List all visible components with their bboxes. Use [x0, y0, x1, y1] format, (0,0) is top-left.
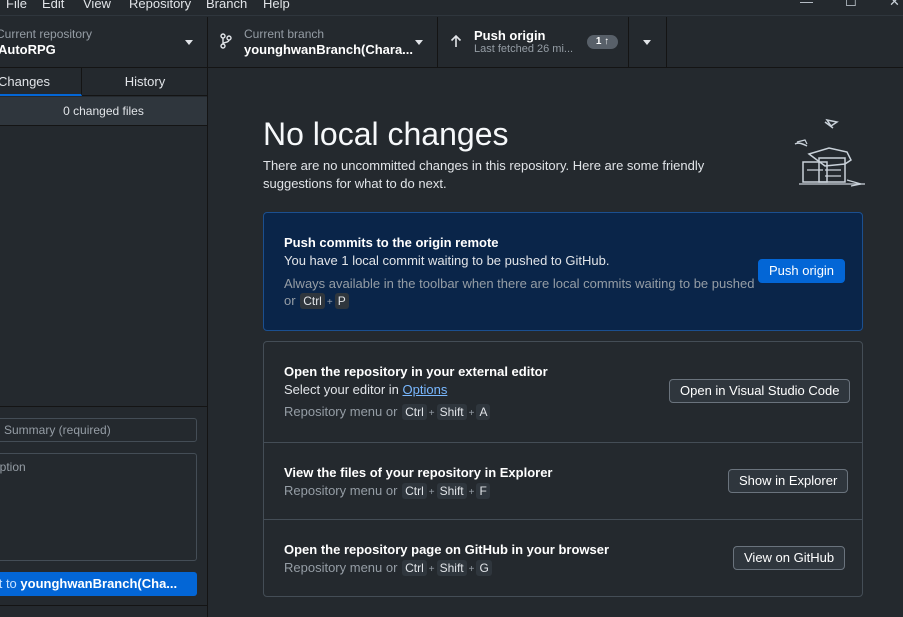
push-card-shortcut: or Ctrl + P [284, 293, 350, 309]
push-commits-card: Push commits to the origin remote You ha… [263, 212, 863, 331]
branch-selector[interactable]: Current branch younghwanBranch(Chara... [208, 17, 438, 67]
repo-label: Current repository [0, 27, 93, 41]
key-ctrl: Ctrl [402, 404, 427, 420]
hint-text: Repository menu or [284, 483, 398, 498]
explorer-row-shortcut: Repository menu or Ctrl + Shift + F [284, 483, 491, 499]
menu-edit[interactable]: Edit [42, 0, 64, 11]
commit-button[interactable]: mit to younghwanBranch(Cha... [0, 572, 197, 596]
github-row-shortcut: Repository menu or Ctrl + Shift + G [284, 560, 493, 576]
repo-name: AutoRPG [0, 42, 56, 57]
plus-icon: + [468, 408, 475, 419]
open-in-editor-button[interactable]: Open in Visual Studio Code [669, 379, 851, 403]
key-shift: Shift [436, 404, 467, 420]
hint-or: or [284, 293, 296, 308]
main-panel: No local changes There are no uncommitte… [209, 68, 903, 617]
key-p: P [334, 293, 349, 309]
sidebar-footer [0, 605, 207, 617]
explorer-suggestion-row: View the files of your repository in Exp… [264, 442, 862, 519]
key-ctrl: Ctrl [300, 293, 325, 309]
key-g: G [476, 560, 492, 576]
key-shift: Shift [436, 483, 467, 499]
chevron-down-icon [415, 40, 423, 45]
commits-ahead-badge: 1 ↑ [587, 35, 618, 49]
key-ctrl: Ctrl [402, 560, 427, 576]
arrow-up-icon [450, 34, 462, 47]
maximize-button[interactable]: ☐ [845, 0, 857, 10]
changed-files-header: 0 changed files [0, 97, 207, 126]
branch-name: younghwanBranch(Chara... [244, 42, 414, 57]
suggestions-card: Open the repository in your external edi… [263, 341, 863, 597]
key-f: F [476, 483, 490, 499]
push-card-title: Push commits to the origin remote [284, 235, 499, 250]
chevron-down-icon [185, 40, 193, 45]
push-origin-action-button[interactable]: Push origin [758, 259, 846, 283]
show-in-explorer-button[interactable]: Show in Explorer [728, 469, 849, 493]
tab-changes[interactable]: Changes [0, 68, 82, 96]
commit-prefix: mit to [0, 576, 17, 591]
editor-row-shortcut: Repository menu or Ctrl + Shift + A [284, 404, 491, 420]
github-suggestion-row: Open the repository page on GitHub in yo… [264, 519, 862, 596]
github-row-title: Open the repository page on GitHub in yo… [284, 542, 610, 557]
commit-branch: younghwanBranch(Cha... [20, 576, 178, 591]
page-subtitle: There are no uncommitted changes in this… [263, 158, 705, 191]
plus-icon: + [468, 564, 475, 575]
push-card-hint: Always available in the toolbar when the… [284, 276, 755, 291]
page-title: No local changes [263, 116, 509, 152]
key-shift: Shift [436, 560, 467, 576]
menu-branch[interactable]: Branch [206, 0, 247, 11]
git-branch-icon [220, 33, 232, 49]
view-on-github-button[interactable]: View on GitHub [733, 546, 846, 570]
push-dropdown-button[interactable] [629, 17, 667, 67]
key-a: A [476, 404, 491, 420]
plus-icon: + [468, 487, 475, 498]
menu-file[interactable]: File [6, 0, 27, 11]
repository-selector[interactable]: Current repository AutoRPG [0, 17, 208, 67]
chevron-down-icon [643, 40, 651, 45]
minimize-button[interactable]: — [800, 0, 813, 9]
menu-repository[interactable]: Repository [129, 0, 191, 11]
plus-icon: + [326, 297, 333, 308]
description-input[interactable]: ription [0, 453, 197, 561]
explorer-row-title: View the files of your repository in Exp… [284, 465, 553, 480]
empty-state-illustration-icon [794, 118, 865, 187]
sidebar: Changes History 0 changed files Summary … [0, 68, 208, 617]
editor-suggestion-row: Open the repository in your external edi… [264, 342, 862, 442]
push-card-description: You have 1 local commit waiting to be pu… [284, 253, 610, 268]
description-placeholder: ription [0, 460, 26, 474]
commit-panel: Summary (required) ription mit to youngh… [0, 406, 207, 617]
tab-history[interactable]: History [82, 68, 208, 96]
tab-changes-label: Changes [0, 74, 51, 89]
menu-view[interactable]: View [83, 0, 111, 11]
commit-button-label: mit to younghwanBranch(Cha... [0, 572, 177, 596]
editor-desc-prefix: Select your editor in [284, 382, 403, 397]
plus-icon: + [428, 487, 435, 498]
menu-bar: File Edit View Repository Branch Help — … [0, 0, 903, 16]
branch-label: Current branch [244, 27, 325, 41]
editor-row-description: Select your editor in Options [284, 382, 447, 397]
push-label: Push origin [474, 28, 546, 43]
hint-text: Repository menu or [284, 404, 398, 419]
summary-input[interactable]: Summary (required) [0, 418, 197, 442]
key-ctrl: Ctrl [402, 483, 427, 499]
toolbar: Current repository AutoRPG Current branc… [0, 17, 903, 68]
close-button[interactable]: ✕ [889, 0, 900, 10]
options-link[interactable]: Options [403, 382, 448, 397]
plus-icon: + [428, 408, 435, 419]
plus-icon: + [428, 564, 435, 575]
menu-help[interactable]: Help [263, 0, 290, 11]
push-last-fetched: Last fetched 26 mi... [474, 43, 574, 55]
editor-row-title: Open the repository in your external edi… [284, 364, 548, 379]
hint-text: Repository menu or [284, 560, 398, 575]
